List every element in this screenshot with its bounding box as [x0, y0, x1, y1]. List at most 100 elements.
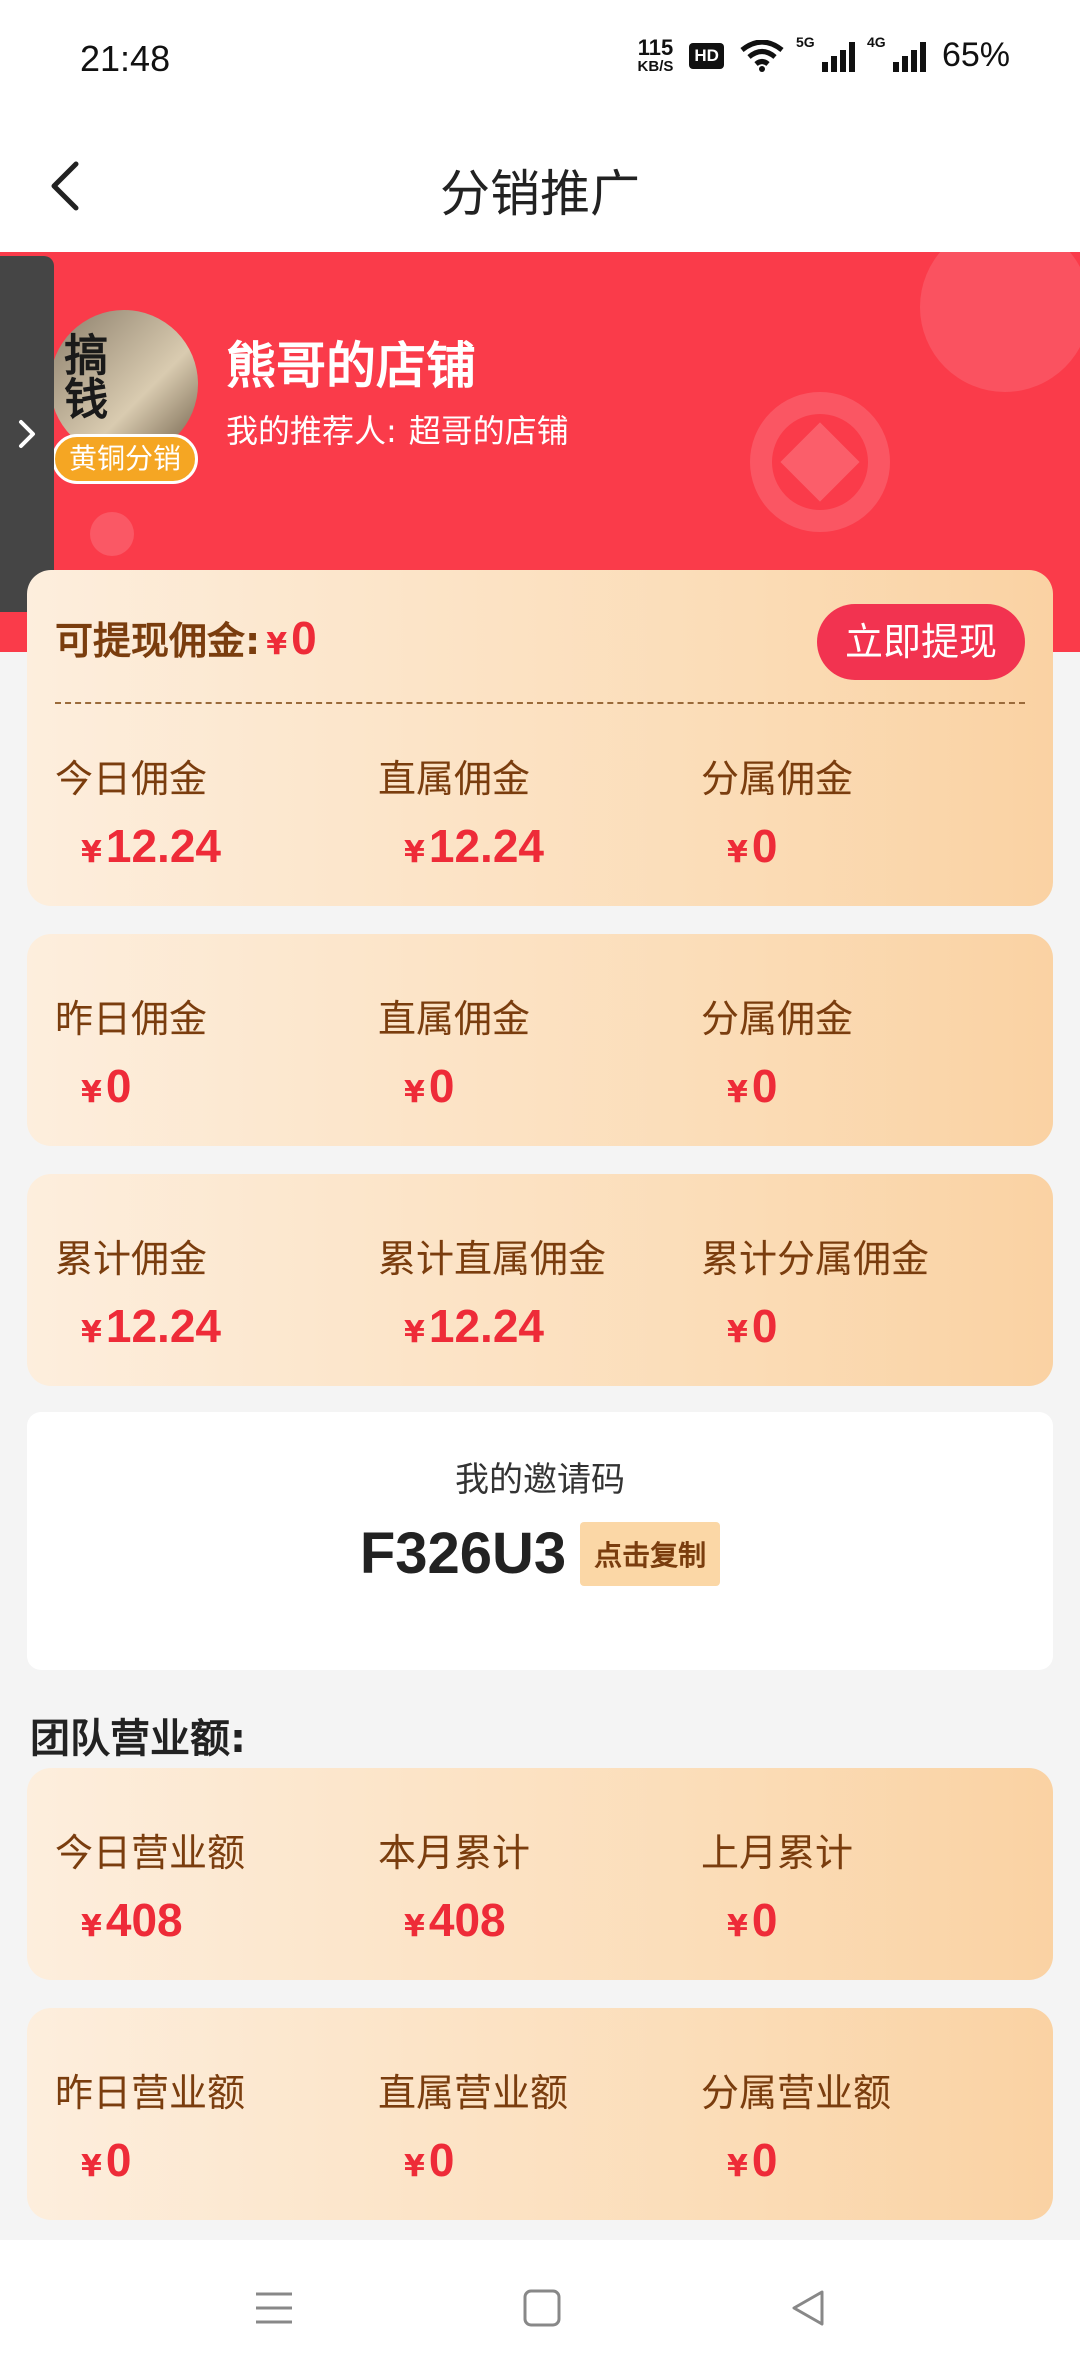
- withdraw-card: 可提现佣金 : ¥ 0 立即提现 今日佣金 ¥12.24 直属佣金 ¥12.24…: [27, 570, 1053, 906]
- team-revenue-title: 团队营业额:: [30, 1716, 246, 1762]
- withdraw-amount: 0: [291, 612, 317, 664]
- net-speed-value: 115: [637, 35, 674, 60]
- stat-label: 累计分属佣金: [701, 1237, 930, 1281]
- stat-direct-commission: 直属佣金 ¥0: [378, 988, 698, 1113]
- currency-symbol: ¥: [81, 1315, 102, 1350]
- decor-dot: [90, 512, 134, 556]
- currency-symbol: ¥: [404, 835, 425, 870]
- signal-5g-label: 5G: [795, 33, 815, 50]
- level-badge: 黄铜分销: [52, 434, 198, 484]
- stat-value: 0: [428, 1060, 455, 1112]
- stat-label: 直属营业额: [378, 2071, 569, 2115]
- yesterday-commission-card: 昨日佣金 ¥0 直属佣金 ¥0 分属佣金 ¥0: [27, 934, 1053, 1146]
- currency-symbol: ¥: [727, 2149, 748, 2184]
- status-bar: 21:48 115 KB/S HD 5G 4G 65%: [0, 0, 1080, 120]
- stat-total-commission: 累计佣金 ¥12.24: [55, 1228, 375, 1353]
- wifi-icon: [740, 39, 784, 72]
- currency-symbol: ¥: [81, 1909, 102, 1944]
- stat-value: 12.24: [428, 820, 544, 872]
- status-icons: 115 KB/S HD 5G 4G 65%: [637, 34, 1010, 75]
- currency-symbol: ¥: [81, 1075, 102, 1110]
- chevron-right-icon: [19, 420, 35, 448]
- stat-label: 累计直属佣金: [378, 1237, 607, 1281]
- currency-symbol: ¥: [404, 2149, 425, 2184]
- stat-value: 12.24: [428, 1300, 544, 1352]
- withdraw-button[interactable]: 立即提现: [817, 604, 1025, 680]
- stat-value: 0: [751, 1894, 778, 1946]
- invite-code: F326U3: [359, 1521, 567, 1586]
- copy-button[interactable]: 点击复制: [580, 1521, 721, 1586]
- signal-4g-label: 4G: [866, 33, 886, 50]
- invite-title: 我的邀请码: [455, 1460, 625, 1500]
- currency-symbol: ¥: [727, 1909, 748, 1944]
- invite-code-card: 我的邀请码 F326U3 点击复制: [27, 1412, 1053, 1670]
- side-drawer-handle[interactable]: [0, 256, 54, 612]
- invite-code-row: F326U3 点击复制: [27, 1520, 1053, 1587]
- home-icon[interactable]: [522, 2288, 562, 2328]
- referrer-name: 超哥的店铺: [408, 412, 569, 450]
- stat-today-revenue: 今日营业额 ¥408: [55, 1822, 375, 1947]
- page-title: 分销推广: [440, 165, 640, 223]
- currency-symbol: ¥: [81, 2149, 102, 2184]
- referrer-line: 我的推荐人: 超哥的店铺: [226, 406, 569, 452]
- cumulative-commission-card: 累计佣金 ¥12.24 累计直属佣金 ¥12.24 累计分属佣金 ¥0: [27, 1174, 1053, 1386]
- withdraw-label: 可提现佣金: [55, 619, 246, 663]
- stat-label: 直属佣金: [378, 757, 531, 801]
- currency-symbol: ¥: [404, 1909, 425, 1944]
- stat-direct-revenue: 直属营业额 ¥0: [378, 2062, 698, 2187]
- stat-value: 0: [751, 1060, 778, 1112]
- stat-value: 408: [105, 1894, 183, 1946]
- stat-sub-commission: 分属佣金 ¥0: [701, 748, 1021, 873]
- stat-label: 今日佣金: [55, 757, 208, 801]
- withdraw-colon: :: [245, 619, 261, 663]
- signal-5g-icon: 5G: [796, 34, 855, 72]
- stat-value: 0: [428, 2134, 455, 2186]
- stat-label: 分属佣金: [701, 757, 854, 801]
- stat-value: 0: [751, 1300, 778, 1352]
- stat-sub-commission: 分属佣金 ¥0: [701, 988, 1021, 1113]
- team-revenue-card-2: 昨日营业额 ¥0 直属营业额 ¥0 分属营业额 ¥0: [27, 2008, 1053, 2220]
- nav-bar: 分销推广: [0, 120, 1080, 252]
- stat-value: 0: [105, 1060, 132, 1112]
- currency-symbol: ¥: [266, 627, 288, 662]
- currency-symbol: ¥: [727, 1315, 748, 1350]
- net-speed-unit: KB/S: [637, 58, 674, 75]
- stat-label: 昨日佣金: [55, 997, 208, 1041]
- currency-symbol: ¥: [727, 835, 748, 870]
- stat-label: 本月累计: [378, 1831, 531, 1875]
- stat-direct-commission: 直属佣金 ¥12.24: [378, 748, 698, 873]
- divider: [55, 702, 1025, 704]
- stat-total-sub-commission: 累计分属佣金 ¥0: [701, 1228, 1021, 1353]
- currency-symbol: ¥: [404, 1315, 425, 1350]
- coin-decor-icon: [750, 392, 890, 532]
- stat-label: 分属佣金: [701, 997, 854, 1041]
- withdraw-balance: 可提现佣金 : ¥ 0: [55, 610, 317, 665]
- currency-symbol: ¥: [81, 835, 102, 870]
- team-revenue-card: 今日营业额 ¥408 本月累计 ¥408 上月累计 ¥0: [27, 1768, 1053, 1980]
- signal-4g-icon: 4G: [867, 34, 926, 72]
- stat-label: 分属营业额: [701, 2071, 892, 2115]
- stat-yesterday-commission: 昨日佣金 ¥0: [55, 988, 375, 1113]
- stat-value: 12.24: [105, 1300, 221, 1352]
- decor-circle: [920, 252, 1080, 392]
- system-nav-bar: [0, 2240, 1080, 2376]
- stat-value: 0: [105, 2134, 132, 2186]
- stat-value: 0: [751, 820, 778, 872]
- stat-label: 累计佣金: [55, 1237, 208, 1281]
- avatar-image-text: 搞钱: [56, 332, 108, 420]
- battery-level: 65%: [941, 36, 1010, 74]
- stat-last-month-revenue: 上月累计 ¥0: [701, 1822, 1021, 1947]
- stat-label: 昨日营业额: [55, 2071, 246, 2115]
- net-speed: 115 KB/S: [637, 35, 674, 75]
- stat-label: 上月累计: [701, 1831, 854, 1875]
- stat-label: 今日营业额: [55, 1831, 246, 1875]
- hd-voice-icon: HD: [689, 42, 724, 69]
- stat-month-revenue: 本月累计 ¥408: [378, 1822, 698, 1947]
- status-time: 21:48: [80, 38, 171, 79]
- back-nav-icon[interactable]: [788, 2288, 828, 2328]
- currency-symbol: ¥: [404, 1075, 425, 1110]
- menu-icon[interactable]: [254, 2288, 294, 2328]
- stat-value: 12.24: [105, 820, 221, 872]
- stat-value: 408: [428, 1894, 506, 1946]
- stat-sub-revenue: 分属营业额 ¥0: [701, 2062, 1021, 2187]
